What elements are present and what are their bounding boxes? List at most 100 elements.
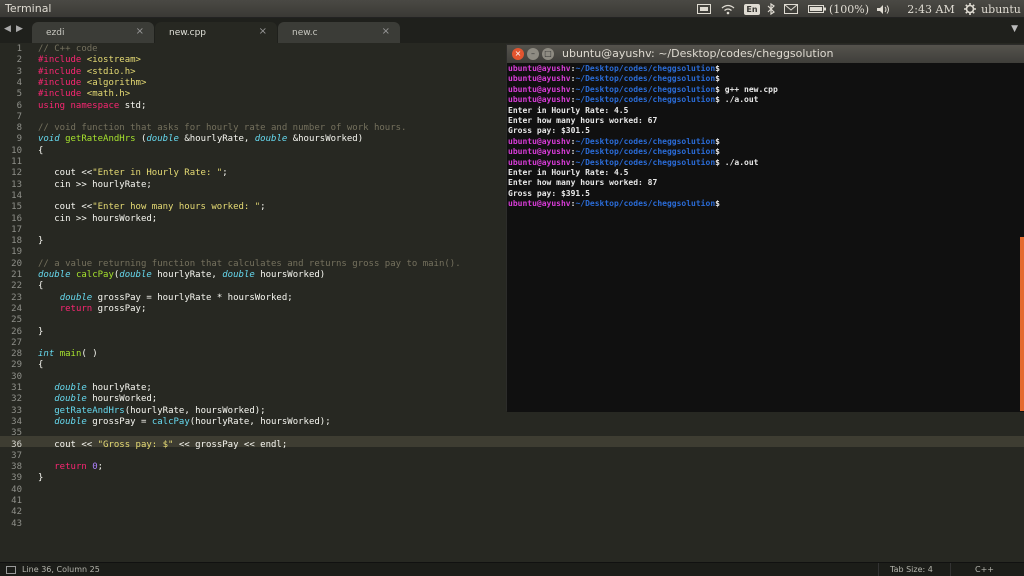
code-line[interactable]: {	[38, 146, 43, 157]
tab-new-c[interactable]: new.c ×	[278, 22, 400, 43]
code-line[interactable]: // a value returning function that calcu…	[38, 259, 461, 270]
code-token: (hourlyRate, hoursWorked);	[189, 416, 331, 427]
code-line[interactable]: }	[38, 327, 43, 338]
code-token: #include	[38, 77, 87, 88]
code-line[interactable]: return 0;	[38, 462, 103, 473]
terminal-output-line: Enter in Hourly Rate: 4.5	[508, 168, 629, 177]
volume-icon[interactable]	[874, 1, 892, 17]
battery-icon[interactable]	[806, 1, 828, 17]
code-token: cin >> hoursWorked;	[38, 213, 158, 224]
line-number: 40	[11, 484, 22, 495]
terminal-output[interactable]: ubuntu@ayushv:~/Desktop/codes/cheggsolut…	[507, 63, 1024, 412]
code-line[interactable]: double grossPay = calcPay(hourlyRate, ho…	[38, 416, 331, 428]
code-line[interactable]: #include <stdio.h>	[38, 67, 136, 78]
prompt-dollar: $	[715, 136, 720, 146]
code-line[interactable]: int main( )	[38, 349, 98, 360]
line-number: 14	[11, 190, 22, 201]
code-line[interactable]: double hourlyRate;	[38, 383, 152, 394]
code-token: ;	[97, 462, 104, 473]
line-number: 1	[16, 44, 22, 54]
tab-new-cpp[interactable]: new.cpp ×	[155, 22, 277, 43]
terminal-output-line: Enter how many hours worked: 87	[508, 178, 658, 188]
user-name[interactable]: ubuntu	[980, 1, 1022, 17]
tab-close-icon[interactable]: ×	[136, 26, 144, 37]
settings-gear-icon[interactable]	[962, 1, 978, 17]
maximize-icon[interactable]: □	[542, 48, 554, 60]
code-token: }	[38, 473, 44, 484]
code-token: <math.h>	[86, 89, 131, 100]
prompt-path: ~/Desktop/codes/cheggsolution	[575, 95, 716, 105]
code-line[interactable]: }	[38, 473, 43, 484]
tab-forward-icon[interactable]: ▶	[16, 24, 23, 34]
tab-back-icon[interactable]: ◀	[4, 24, 11, 34]
video-icon[interactable]	[696, 1, 712, 17]
bluetooth-icon[interactable]	[764, 1, 778, 17]
code-token: "Enter how many hours worked: "	[92, 202, 261, 213]
line-number: 10	[11, 145, 22, 156]
code-token: int	[38, 349, 60, 360]
line-number: 13	[11, 179, 22, 190]
code-token: // void function that asks for hourly ra…	[38, 123, 407, 134]
line-number: 24	[11, 303, 22, 314]
code-line[interactable]: double calcPay(double hourlyRate, double…	[38, 270, 325, 281]
code-token: (	[135, 134, 147, 145]
terminal-title: ubuntu@ayushv: ~/Desktop/codes/cheggsolu…	[562, 47, 834, 60]
prompt-path: ~/Desktop/codes/cheggsolution	[575, 199, 716, 209]
editor-tab-bar: ◀ ▶ ezdi × new.cpp × new.c × ▼	[0, 18, 1024, 43]
code-line[interactable]: #include <algorithm>	[38, 78, 146, 89]
code-line[interactable]: {	[38, 360, 43, 371]
line-number: 28	[11, 349, 22, 360]
code-line[interactable]: cin >> hourlyRate;	[38, 180, 152, 191]
code-line[interactable]: {	[38, 281, 43, 292]
tab-menu-icon[interactable]: ▼	[1011, 24, 1018, 34]
terminal-title-bar[interactable]: × – □ ubuntu@ayushv: ~/Desktop/codes/che…	[507, 45, 1024, 63]
keyboard-icon[interactable]: En	[744, 1, 760, 17]
panel-toggle-icon[interactable]	[6, 566, 16, 574]
code-token: cout <<	[38, 439, 98, 450]
tab-close-icon[interactable]: ×	[382, 26, 390, 37]
code-line[interactable]: // C++ code	[38, 44, 98, 55]
code-line[interactable]: double hoursWorked;	[38, 394, 157, 405]
code-line[interactable]: cin >> hoursWorked;	[38, 214, 157, 225]
line-number: 17	[11, 224, 22, 235]
code-line[interactable]: return grossPay;	[38, 304, 147, 315]
code-line[interactable]: cout <<"Enter how many hours worked: ";	[38, 202, 265, 213]
code-line[interactable]: cout << "Gross pay: $" << grossPay << en…	[38, 440, 287, 451]
line-number: 38	[11, 462, 22, 473]
line-number: 29	[11, 360, 22, 371]
wifi-icon[interactable]	[720, 1, 736, 17]
tab-close-icon[interactable]: ×	[259, 26, 267, 37]
terminal-prompt-line: ubuntu@ayushv:~/Desktop/codes/cheggsolut…	[508, 95, 759, 105]
minimize-icon[interactable]: –	[527, 48, 539, 60]
code-line[interactable]: cout <<"Enter in Hourly Rate: ";	[38, 168, 227, 179]
code-line[interactable]: }	[38, 236, 43, 247]
terminal-output-line: Enter how many hours worked: 67	[508, 116, 658, 125]
prompt-path: ~/Desktop/codes/cheggsolution	[575, 64, 716, 73]
code-token: // a value returning function that calcu…	[38, 258, 461, 269]
close-icon[interactable]: ×	[512, 48, 524, 60]
code-token: return	[54, 462, 87, 473]
clock[interactable]: 2:43 AM	[902, 1, 960, 17]
code-token: using namespace	[38, 100, 125, 111]
tab-size-selector[interactable]: Tab Size: 4	[890, 565, 933, 574]
code-line[interactable]: void getRateAndHrs (double &hourlyRate, …	[38, 134, 363, 145]
tab-ezdi[interactable]: ezdi ×	[32, 22, 154, 43]
code-line[interactable]: getRateAndHrs(hourlyRate, hoursWorked);	[38, 406, 265, 417]
code-line[interactable]: #include <math.h>	[38, 89, 130, 100]
code-line[interactable]: double grossPay = hourlyRate * hoursWork…	[38, 293, 293, 304]
terminal-window[interactable]: × – □ ubuntu@ayushv: ~/Desktop/codes/che…	[506, 44, 1024, 412]
code-token: &hoursWorked)	[287, 134, 364, 145]
mail-icon[interactable]	[782, 1, 800, 17]
code-line[interactable]: #include <iostream>	[38, 55, 141, 66]
code-line[interactable]: // void function that asks for hourly ra…	[38, 123, 406, 134]
syntax-selector[interactable]: C++	[975, 565, 994, 574]
code-token: hoursWorked;	[86, 394, 158, 405]
line-number: 11	[11, 157, 22, 167]
code-token: calcPay	[151, 416, 190, 427]
line-number: 42	[11, 507, 22, 518]
code-line[interactable]: using namespace std;	[38, 101, 146, 112]
